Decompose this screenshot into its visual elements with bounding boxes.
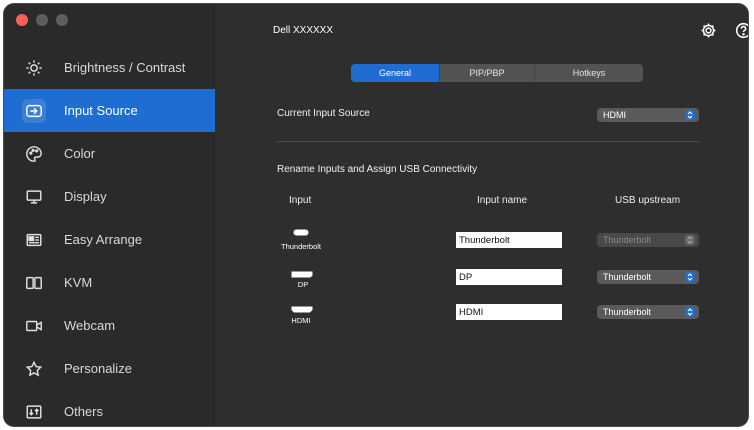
usb-upstream-select[interactable]: Thunderbolt	[597, 270, 699, 284]
palette-icon	[22, 142, 46, 166]
section-divider	[277, 141, 699, 142]
tab-bar: General PIP/PBP Hotkeys	[351, 64, 643, 82]
sidebar-item-display[interactable]: Display	[4, 175, 215, 218]
sidebar-item-label: Display	[64, 189, 107, 204]
layout-icon	[22, 228, 46, 252]
help-button[interactable]	[734, 21, 748, 39]
tab-hotkeys[interactable]: Hotkeys	[535, 64, 643, 82]
star-icon	[22, 357, 46, 381]
usb-upstream-select[interactable]: Thunderbolt	[597, 233, 699, 247]
tab-general[interactable]: General	[351, 64, 440, 82]
sidebar-item-color[interactable]: Color	[4, 132, 215, 175]
sidebar-item-label: Webcam	[64, 318, 116, 333]
input-name-field[interactable]: DP	[456, 269, 562, 285]
sidebar-item-label: KVM	[64, 275, 93, 290]
sun-icon	[22, 56, 46, 80]
main-panel: Dell XXXXXX General PIP/PBP Hotkeys Curr…	[215, 4, 748, 426]
sidebar-item-webcam[interactable]: Webcam	[4, 304, 215, 347]
usb-upstream-select[interactable]: Thunderbolt	[597, 305, 699, 319]
sidebar: Brightness / Contrast Input Source Color…	[4, 4, 215, 426]
sidebar-item-label: Others	[64, 404, 104, 419]
thunderbolt-port-icon	[293, 228, 309, 236]
others-icon	[22, 400, 46, 424]
current-input-select[interactable]: HDMI	[597, 108, 699, 122]
close-window-button[interactable]	[16, 14, 28, 26]
column-header-usb-upstream: USB upstream	[615, 195, 681, 206]
current-input-label: Current Input Source	[277, 108, 370, 119]
chevron-updown-icon	[685, 307, 695, 317]
app-window: Brightness / Contrast Input Source Color…	[4, 4, 748, 426]
window-controls	[16, 14, 68, 26]
usb-upstream-value: Thunderbolt	[603, 235, 652, 245]
chevron-updown-icon	[685, 235, 695, 245]
input-name-field[interactable]: Thunderbolt	[456, 232, 562, 248]
zoom-window-button[interactable]	[56, 14, 68, 26]
port-label: Thunderbolt	[280, 242, 322, 251]
sidebar-item-input-source[interactable]: Input Source	[4, 89, 215, 132]
current-input-value: HDMI	[603, 110, 626, 120]
help-icon	[735, 22, 748, 38]
port-label: DP	[297, 280, 309, 289]
sidebar-item-label: Color	[64, 146, 96, 161]
sidebar-item-kvm[interactable]: KVM	[4, 261, 215, 304]
minimize-window-button[interactable]	[36, 14, 48, 26]
sidebar-item-label: Easy Arrange	[64, 232, 143, 247]
usb-upstream-value: Thunderbolt	[603, 272, 652, 282]
settings-button[interactable]	[699, 21, 717, 39]
displayport-icon	[291, 270, 313, 278]
sidebar-item-label: Brightness / Contrast	[64, 60, 186, 75]
column-header-input: Input	[289, 195, 312, 206]
input-name-field[interactable]: HDMI	[456, 304, 562, 320]
window-title: Dell XXXXXX	[273, 25, 334, 36]
sidebar-item-others[interactable]: Others	[4, 390, 215, 426]
gear-icon	[701, 23, 715, 37]
chevron-updown-icon	[685, 272, 695, 282]
chevron-updown-icon	[685, 110, 695, 120]
sidebar-item-brightness-contrast[interactable]: Brightness / Contrast	[4, 46, 215, 89]
rename-section-title: Rename Inputs and Assign USB Connectivit…	[277, 164, 478, 175]
sidebar-item-personalize[interactable]: Personalize	[4, 347, 215, 390]
sidebar-item-easy-arrange[interactable]: Easy Arrange	[4, 218, 215, 261]
sidebar-item-label: Personalize	[64, 361, 132, 376]
port-label: HDMI	[291, 316, 311, 325]
hdmi-port-icon	[291, 305, 313, 313]
tab-pip-pbp[interactable]: PIP/PBP	[440, 64, 535, 82]
kvm-icon	[22, 271, 46, 295]
sidebar-item-label: Input Source	[64, 103, 138, 118]
column-header-input-name: Input name	[477, 195, 528, 206]
input-source-icon	[22, 98, 46, 123]
usb-upstream-value: Thunderbolt	[603, 307, 652, 317]
sidebar-nav: Brightness / Contrast Input Source Color…	[4, 46, 215, 426]
monitor-icon	[22, 185, 46, 209]
webcam-icon	[22, 314, 46, 338]
